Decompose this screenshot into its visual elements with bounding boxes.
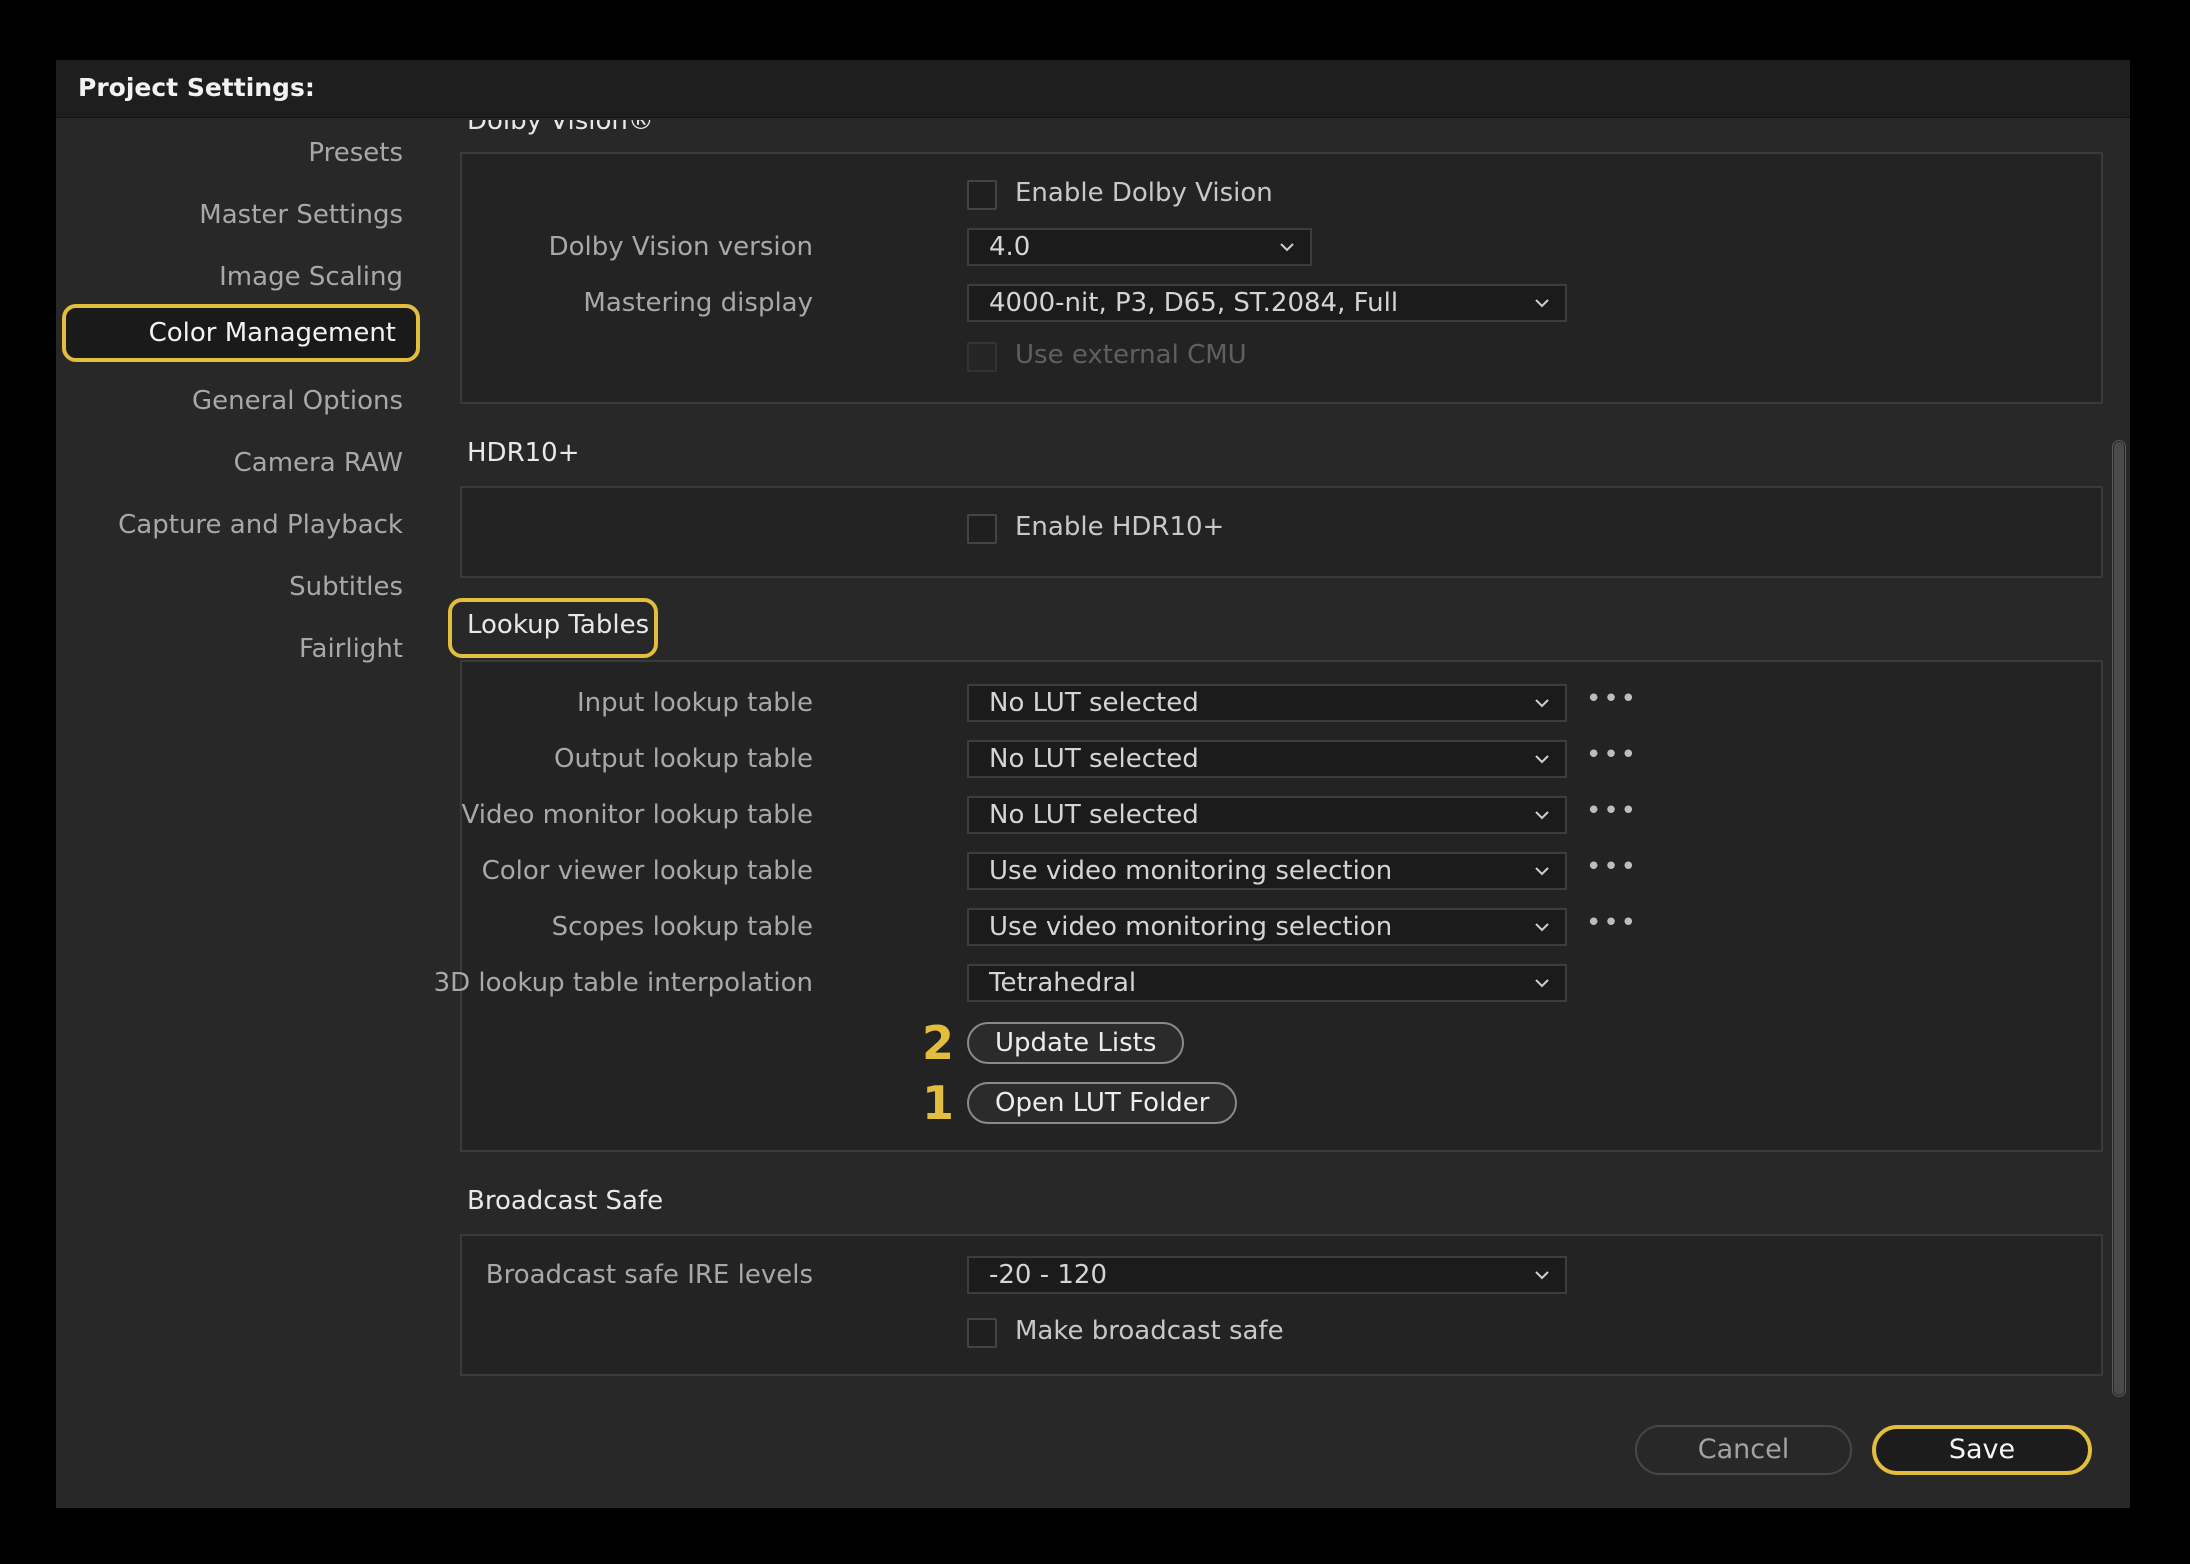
hdr10-section-title: HDR10+ bbox=[467, 438, 580, 468]
dolby-version-label: Dolby Vision version bbox=[548, 232, 813, 262]
mastering-display-label: Mastering display bbox=[583, 288, 813, 318]
step-marker-1: 1 bbox=[922, 1076, 955, 1130]
scopes-lut-value: Use video monitoring selection bbox=[989, 912, 1393, 942]
chevron-down-icon bbox=[1535, 699, 1549, 708]
output-lut-label: Output lookup table bbox=[554, 744, 813, 774]
scopes-lut-label: Scopes lookup table bbox=[551, 912, 813, 942]
color-viewer-lut-label: Color viewer lookup table bbox=[481, 856, 813, 886]
sidebar-item-fairlight[interactable]: Fairlight bbox=[299, 634, 403, 664]
broadcast-ire-label: Broadcast safe IRE levels bbox=[485, 1260, 813, 1290]
chevron-down-icon bbox=[1535, 755, 1549, 764]
dolby-version-dropdown[interactable]: 4.0 bbox=[967, 228, 1312, 266]
scrollbar-thumb[interactable] bbox=[2114, 442, 2124, 1395]
chevron-down-icon bbox=[1535, 979, 1549, 988]
sidebar-item-color-management[interactable]: Color Management bbox=[62, 304, 420, 362]
sidebar-item-subtitles[interactable]: Subtitles bbox=[289, 572, 403, 602]
chevron-down-icon bbox=[1535, 923, 1549, 932]
broadcast-ire-value: -20 - 120 bbox=[989, 1260, 1108, 1290]
input-lut-dropdown[interactable]: No LUT selected bbox=[967, 684, 1567, 722]
cancel-button[interactable]: Cancel bbox=[1635, 1425, 1852, 1475]
color-viewer-lut-value: Use video monitoring selection bbox=[989, 856, 1393, 886]
dolby-vision-group bbox=[460, 152, 2103, 404]
output-lut-more-button[interactable]: ••• bbox=[1586, 740, 1638, 770]
enable-dolby-vision-label: Enable Dolby Vision bbox=[1015, 178, 1273, 208]
use-external-cmu-checkbox[interactable] bbox=[967, 342, 997, 372]
lut-interpolation-value: Tetrahedral bbox=[989, 968, 1137, 998]
output-lut-value: No LUT selected bbox=[989, 744, 1199, 774]
update-lists-button[interactable]: Update Lists bbox=[967, 1022, 1185, 1064]
enable-hdr10-checkbox[interactable] bbox=[967, 514, 997, 544]
sidebar-item-label: Color Management bbox=[148, 318, 396, 348]
make-broadcast-safe-checkbox[interactable] bbox=[967, 1318, 997, 1348]
sidebar-item-capture-and-playback[interactable]: Capture and Playback bbox=[118, 510, 403, 540]
scopes-lut-dropdown[interactable]: Use video monitoring selection bbox=[967, 908, 1567, 946]
color-viewer-lut-more-button[interactable]: ••• bbox=[1586, 852, 1638, 882]
sidebar-item-master-settings[interactable]: Master Settings bbox=[199, 200, 403, 230]
use-external-cmu-label: Use external CMU bbox=[1015, 340, 1247, 370]
enable-hdr10-label: Enable HDR10+ bbox=[1015, 512, 1225, 542]
lut-interpolation-dropdown[interactable]: Tetrahedral bbox=[967, 964, 1567, 1002]
chevron-down-icon bbox=[1535, 867, 1549, 876]
lookup-tables-group bbox=[460, 660, 2103, 1152]
dialog-titlebar: Project Settings: bbox=[56, 60, 2130, 118]
video-monitor-lut-dropdown[interactable]: No LUT selected bbox=[967, 796, 1567, 834]
mastering-display-dropdown[interactable]: 4000-nit, P3, D65, ST.2084, Full bbox=[967, 284, 1567, 322]
sidebar-item-camera-raw[interactable]: Camera RAW bbox=[234, 448, 403, 478]
scopes-lut-more-button[interactable]: ••• bbox=[1586, 908, 1638, 938]
lookup-tables-section-title: Lookup Tables bbox=[467, 610, 650, 640]
chevron-down-icon bbox=[1535, 811, 1549, 820]
broadcast-ire-dropdown[interactable]: -20 - 120 bbox=[967, 1256, 1567, 1294]
project-settings-dialog: Project Settings: Presets Master Setting… bbox=[56, 60, 2130, 1508]
dolby-version-value: 4.0 bbox=[989, 232, 1031, 262]
mastering-display-value: 4000-nit, P3, D65, ST.2084, Full bbox=[989, 288, 1399, 318]
chevron-down-icon bbox=[1535, 1271, 1549, 1280]
sidebar-item-presets[interactable]: Presets bbox=[308, 138, 403, 168]
video-monitor-lut-value: No LUT selected bbox=[989, 800, 1199, 830]
broadcast-safe-section-title: Broadcast Safe bbox=[467, 1186, 664, 1216]
input-lut-label: Input lookup table bbox=[577, 688, 813, 718]
step-marker-2: 2 bbox=[922, 1016, 955, 1070]
hdr10-group bbox=[460, 486, 2103, 578]
color-viewer-lut-dropdown[interactable]: Use video monitoring selection bbox=[967, 852, 1567, 890]
lut-interpolation-label: 3D lookup table interpolation bbox=[433, 968, 813, 998]
chevron-down-icon bbox=[1280, 243, 1294, 252]
make-broadcast-safe-label: Make broadcast safe bbox=[1015, 1316, 1284, 1346]
input-lut-more-button[interactable]: ••• bbox=[1586, 684, 1638, 714]
input-lut-value: No LUT selected bbox=[989, 688, 1199, 718]
video-monitor-lut-more-button[interactable]: ••• bbox=[1586, 796, 1638, 826]
enable-dolby-vision-checkbox[interactable] bbox=[967, 180, 997, 210]
save-button[interactable]: Save bbox=[1872, 1425, 2092, 1475]
open-lut-folder-button[interactable]: Open LUT Folder bbox=[967, 1082, 1238, 1124]
video-monitor-lut-label: Video monitor lookup table bbox=[461, 800, 814, 830]
sidebar-item-image-scaling[interactable]: Image Scaling bbox=[219, 262, 403, 292]
sidebar-item-general-options[interactable]: General Options bbox=[192, 386, 403, 416]
dialog-title: Project Settings: bbox=[78, 73, 315, 102]
output-lut-dropdown[interactable]: No LUT selected bbox=[967, 740, 1567, 778]
chevron-down-icon bbox=[1535, 299, 1549, 308]
